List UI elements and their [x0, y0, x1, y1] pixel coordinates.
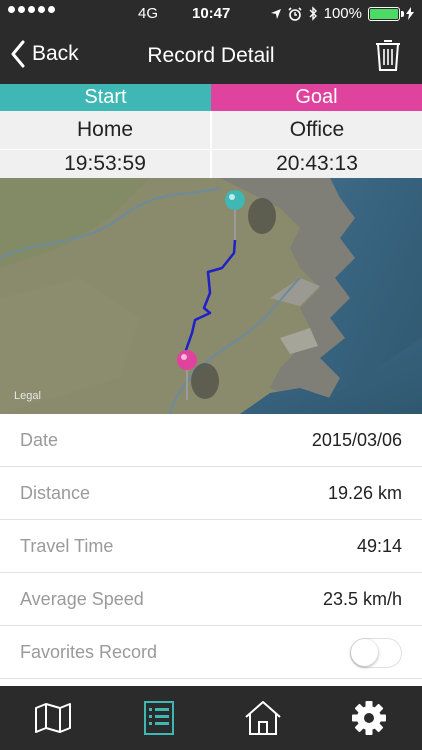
home-icon[interactable]: [243, 700, 283, 736]
detail-row-favorites: Favorites Record: [0, 626, 422, 679]
goal-place: Office: [212, 111, 422, 149]
record-details: Date 2015/03/06 Distance 19.26 km Travel…: [0, 414, 422, 679]
tab-bar: [0, 686, 422, 750]
favorites-toggle[interactable]: [350, 638, 402, 668]
detail-row-distance: Distance 19.26 km: [0, 467, 422, 520]
travel-time-value: 49:14: [356, 536, 402, 556]
date-value: 2015/03/06: [311, 430, 402, 450]
clock: 10:47: [192, 5, 231, 22]
goal-header: Goal: [211, 84, 422, 111]
average-speed-value: 23.5 km/h: [322, 589, 402, 609]
alarm-icon: [288, 6, 302, 21]
distance-label: Distance: [20, 483, 91, 503]
route-map[interactable]: [0, 178, 422, 414]
start-time: 19:53:59: [0, 150, 210, 178]
map-icon[interactable]: [33, 700, 73, 736]
battery-icon: [368, 6, 404, 21]
start-place: Home: [0, 111, 210, 149]
distance-value: 19.26 km: [327, 483, 402, 503]
location-arrow-icon: [270, 8, 281, 19]
favorites-label: Favorites Record: [20, 642, 158, 662]
start-header: Start: [0, 84, 211, 111]
date-label: Date: [20, 430, 59, 450]
toggle-knob: [351, 639, 378, 666]
navigation-bar: Back Record Detail: [0, 28, 422, 84]
gear-icon[interactable]: [349, 700, 389, 736]
charging-icon: [406, 7, 414, 20]
list-icon[interactable]: [139, 700, 179, 736]
page-title: Record Detail: [147, 44, 275, 67]
detail-row-travel-time: Travel Time 49:14: [0, 520, 422, 573]
bluetooth-icon: [309, 6, 317, 21]
signal-strength-icon: [8, 6, 55, 13]
average-speed-label: Average Speed: [20, 589, 144, 609]
trash-icon[interactable]: [374, 38, 402, 72]
battery-percent: 100%: [323, 5, 362, 22]
map-legal-link[interactable]: Legal: [14, 390, 41, 402]
carrier-label: 4G: [138, 5, 159, 22]
travel-time-label: Travel Time: [20, 536, 114, 556]
detail-row-date: Date 2015/03/06: [0, 414, 422, 467]
goal-time: 20:43:13: [212, 150, 422, 178]
status-bar: 4G 10:47 100%: [0, 0, 422, 28]
detail-row-average-speed: Average Speed 23.5 km/h: [0, 573, 422, 626]
